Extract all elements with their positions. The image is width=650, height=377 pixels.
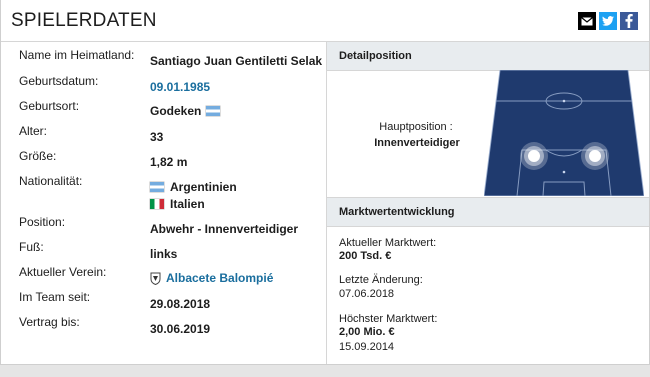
nationality-2: Italien [150,197,205,211]
main-position-value: Innenverteidiger [374,137,460,149]
contract-value: 30.06.2019 [150,322,211,336]
nationality-1: Argentinien [150,180,237,194]
player-marker-left [520,142,548,170]
height-label: Größe: [19,149,57,163]
club-crest-icon [150,272,161,285]
birth-label: Geburtsdatum: [19,74,99,88]
nationality-label: Nationalität: [19,174,83,188]
birthplace-label: Geburtsort: [19,99,80,113]
market-value-header: Marktwertentwicklung [327,197,649,227]
highest-date: 15.09.2014 [339,341,395,353]
age-label: Alter: [19,124,48,138]
main-position-label: Hauptposition : [379,121,453,133]
nationality-2-text: Italien [170,197,205,211]
market-value-title: Marktwertentwicklung [339,206,455,218]
team-since-label: Im Team seit: [19,290,91,304]
contract-label: Vertrag bis: [19,315,80,329]
player-marker-right [581,142,609,170]
current-value: 200 Tsd. € [339,250,392,262]
highest-value: 2,00 Mio. € [339,326,395,338]
nationality-1-text: Argentinien [170,180,237,194]
club-link[interactable]: Albacete Balompié [150,271,273,285]
last-change-label: Letzte Änderung: [339,274,423,286]
club-text: Albacete Balompié [166,271,274,285]
argentina-flag-icon [150,182,164,192]
foot-value: links [150,247,178,261]
facebook-icon[interactable] [620,12,638,30]
page-title: SPIELERDATEN [11,10,157,31]
name-label: Name im Heimatland: [19,48,135,62]
height-value: 1,82 m [150,155,188,169]
highest-value-label: Höchster Marktwert: [339,313,438,325]
team-since-value: 29.08.2018 [150,297,211,311]
birth-date-link[interactable]: 09.01.1985 [150,80,210,94]
age-value: 33 [150,130,164,144]
position-label: Position: [19,215,66,229]
detail-position-header: Detailposition [327,42,649,71]
player-details: Name im Heimatland: Santiago Juan Gentil… [1,42,326,364]
detail-position-title: Detailposition [339,50,412,62]
birthplace-text: Godeken [150,104,202,118]
twitter-icon[interactable] [599,12,617,30]
position-value: Abwehr - Innenverteidiger [150,222,299,236]
card-header: SPIELERDATEN [1,0,649,42]
player-data-card: SPIELERDATEN Name im Heimatland: Santiag… [0,0,650,365]
current-value-label: Aktueller Marktwert: [339,237,437,249]
pitch-diagram [484,70,644,196]
last-change-value: 07.06.2018 [339,288,395,300]
right-column: Detailposition Hauptposition : Innenvert… [327,42,649,364]
italy-flag-icon [150,199,164,209]
argentina-flag-icon [206,106,221,116]
name-value: Santiago Juan Gentiletti Selak [150,54,323,68]
foot-label: Fuß: [19,240,44,254]
envelope-icon[interactable] [578,12,596,30]
club-label: Aktueller Verein: [19,265,107,279]
birthplace-value: Godeken [150,104,221,118]
